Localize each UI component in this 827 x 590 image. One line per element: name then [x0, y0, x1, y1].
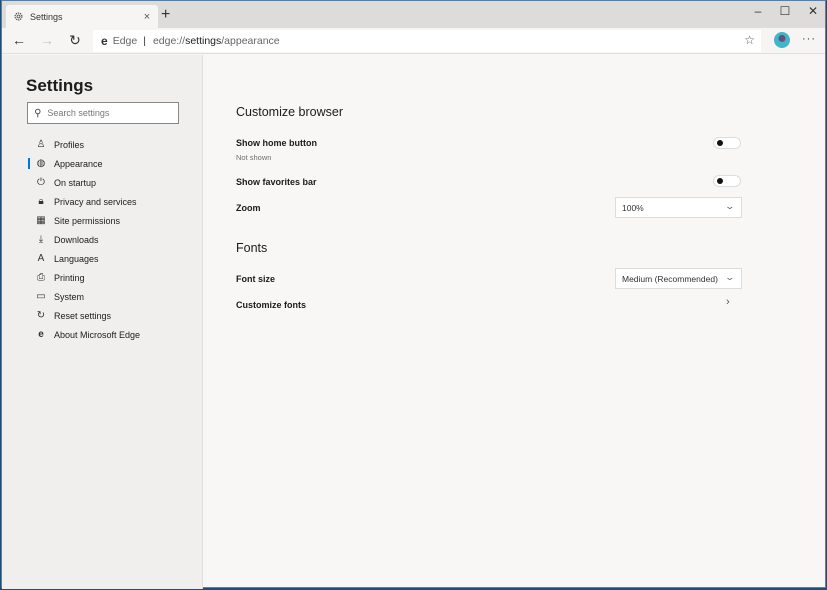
sidebar-item-label: System	[54, 291, 85, 302]
download-icon: ⤓	[38, 234, 44, 245]
zoom-label: Zoom	[236, 203, 261, 213]
toggle-knob	[717, 178, 723, 184]
site-permissions-icon: ▦	[36, 215, 46, 226]
font-size-label: Font size	[236, 274, 276, 284]
sidebar-item-reset-settings[interactable]: ↻ Reset settings	[2, 306, 202, 325]
lock-icon: 🔒︎	[38, 196, 44, 207]
address-separator: |	[143, 35, 146, 47]
sidebar-item-appearance[interactable]: ◍ Appearance	[2, 154, 202, 173]
sidebar-item-label: Profiles	[54, 139, 85, 150]
sidebar-item-label: Appearance	[54, 158, 103, 169]
close-window-button[interactable]: ✕	[803, 4, 823, 18]
section-title-customize: Customize browser	[236, 105, 343, 119]
chevron-down-icon: ⌄	[724, 272, 736, 282]
settings-content: Customize browser Show home button Not s…	[204, 55, 825, 587]
sidebar-item-printing[interactable]: ⎙ Printing	[2, 268, 202, 287]
address-brand: Edge	[112, 35, 138, 47]
toolbar: ← → ↻ e Edge | edge://settings/appearanc…	[2, 28, 825, 54]
browser-window: Settings × + – ☐ ✕ ← → ↻ e Edge | edge:/…	[1, 0, 826, 589]
chevron-right-icon[interactable]: ›	[726, 296, 730, 308]
back-button[interactable]: ←	[10, 32, 28, 48]
forward-button[interactable]: →	[38, 32, 56, 48]
power-icon: ⏻	[37, 177, 45, 188]
tab-settings[interactable]: Settings ×	[6, 5, 158, 28]
sidebar-item-system[interactable]: ▭ System	[2, 287, 202, 306]
close-tab-icon[interactable]: ×	[140, 11, 154, 23]
zoom-value: 100%	[622, 202, 644, 213]
sidebar-item-label: Privacy and services	[54, 196, 137, 207]
sidebar-item-label: About Microsoft Edge	[54, 329, 141, 340]
zoom-select[interactable]: 100% ⌄	[615, 197, 742, 218]
refresh-button[interactable]: ↻	[66, 32, 84, 48]
minimize-button[interactable]: –	[748, 4, 768, 18]
new-tab-button[interactable]: +	[161, 7, 170, 23]
chevron-down-icon: ⌄	[724, 201, 736, 211]
customize-fonts-link[interactable]: Customize fonts	[236, 300, 306, 310]
sidebar-item-privacy[interactable]: 🔒︎ Privacy and services	[2, 192, 202, 211]
sidebar-item-languages[interactable]: A Languages	[2, 249, 202, 268]
edge-logo-icon: e	[38, 329, 44, 340]
edge-logo-icon: e	[101, 34, 108, 48]
sidebar-item-label: Reset settings	[54, 310, 112, 321]
show-home-label: Show home button	[236, 138, 317, 148]
sidebar-item-site-permissions[interactable]: ▦ Site permissions	[2, 211, 202, 230]
laptop-icon: ▭	[36, 291, 46, 302]
gear-icon	[14, 12, 23, 21]
reset-icon: ↻	[36, 310, 46, 321]
show-favorites-label: Show favorites bar	[236, 177, 317, 187]
address-bar[interactable]: e Edge | edge://settings/appearance ☆	[93, 30, 761, 52]
show-favorites-toggle[interactable]	[713, 175, 741, 187]
sidebar-item-label: Printing	[54, 272, 85, 283]
sidebar-nav: ♙ Profiles ◍ Appearance ⏻ On startup 🔒︎ …	[2, 135, 202, 344]
sidebar-item-label: Languages	[54, 253, 99, 264]
more-menu-icon[interactable]: ···	[802, 33, 816, 45]
maximize-button[interactable]: ☐	[775, 4, 795, 18]
active-indicator	[28, 158, 30, 169]
search-input[interactable]	[47, 108, 168, 118]
title-bar: Settings × + – ☐ ✕	[2, 1, 825, 28]
sidebar-item-label: Downloads	[54, 234, 99, 245]
url-path: /appearance	[221, 35, 280, 47]
languages-icon: A	[37, 253, 45, 264]
printer-icon: ⎙	[37, 272, 45, 283]
tab-title: Settings	[30, 11, 63, 22]
show-home-toggle[interactable]	[713, 137, 741, 149]
section-title-fonts: Fonts	[236, 241, 268, 255]
sidebar-item-label: On startup	[54, 177, 97, 188]
sidebar-item-on-startup[interactable]: ⏻ On startup	[2, 173, 202, 192]
profile-avatar[interactable]	[774, 32, 790, 48]
url-host: settings	[185, 35, 222, 47]
font-size-select[interactable]: Medium (Recommended) ⌄	[615, 268, 742, 289]
font-size-value: Medium (Recommended)	[622, 273, 718, 284]
search-settings[interactable]: ⚲	[27, 102, 179, 124]
sidebar-title: Settings	[26, 76, 94, 95]
sidebar-item-about[interactable]: e About Microsoft Edge	[2, 325, 202, 344]
show-home-status: Not shown	[236, 153, 272, 162]
favorite-star-icon[interactable]: ☆	[744, 33, 755, 47]
person-icon: ♙	[36, 139, 46, 150]
palette-icon: ◍	[36, 158, 46, 169]
settings-sidebar: Settings ⚲ ♙ Profiles ◍ Appearance ⏻ On …	[2, 55, 203, 589]
sidebar-item-downloads[interactable]: ⤓ Downloads	[2, 230, 202, 249]
url-prefix: edge://	[152, 35, 186, 47]
sidebar-item-label: Site permissions	[54, 215, 121, 226]
toggle-knob	[717, 140, 723, 146]
sidebar-item-profiles[interactable]: ♙ Profiles	[2, 135, 202, 154]
search-icon: ⚲	[34, 107, 42, 119]
